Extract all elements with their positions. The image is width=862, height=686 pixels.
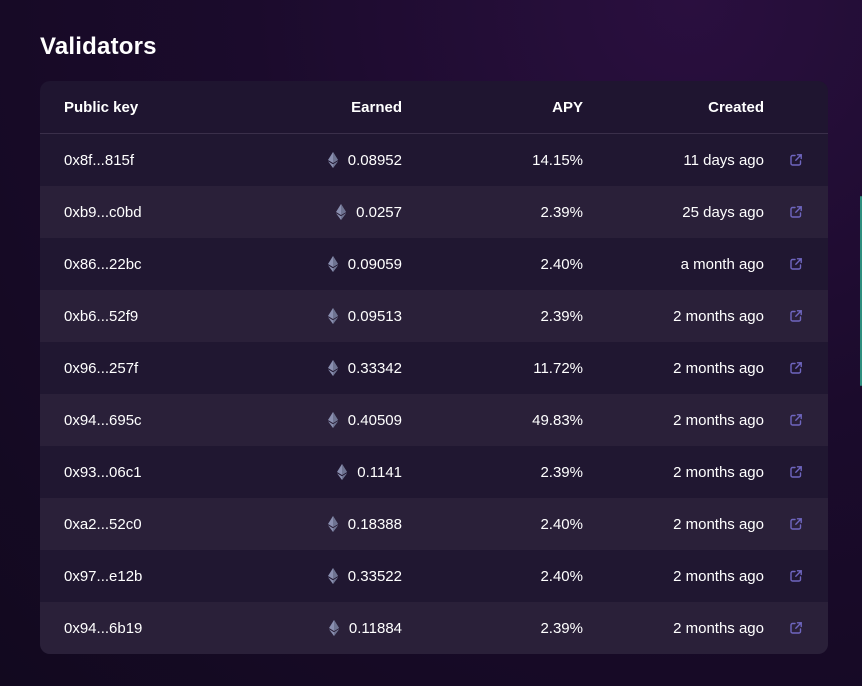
row-action-cell	[764, 621, 828, 635]
public-key-cell: 0x94...6b19	[64, 619, 143, 637]
created-cell: a month ago	[680, 255, 764, 273]
earned-value: 0.11884	[348, 619, 402, 637]
created-cell: 2 months ago	[673, 307, 764, 325]
apy-cell: 14.15%	[532, 151, 583, 169]
created-cell: 2 months ago	[673, 515, 764, 533]
external-link-icon[interactable]	[789, 413, 803, 427]
external-link-icon[interactable]	[789, 517, 803, 531]
row-action-cell	[764, 205, 828, 219]
column-header-created: Created	[708, 98, 764, 116]
created-cell: 2 months ago	[673, 619, 764, 637]
created-cell: 2 months ago	[673, 411, 764, 429]
apy-cell: 2.39%	[540, 307, 583, 325]
earned-value: 0.09513	[347, 307, 402, 325]
ethereum-icon	[327, 308, 338, 324]
earned-value: 0.1141	[357, 463, 402, 481]
earned-cell: 0.08952	[240, 152, 402, 169]
row-action-cell	[764, 413, 828, 427]
ethereum-icon	[327, 152, 338, 168]
apy-cell: 49.83%	[532, 411, 583, 429]
earned-cell: 0.40509	[240, 412, 402, 429]
public-key-cell: 0xb6...52f9	[64, 307, 139, 325]
row-action-cell	[764, 569, 828, 583]
ethereum-icon	[327, 568, 338, 584]
row-action-cell	[764, 517, 828, 531]
table-header: Public key Earned APY Created	[40, 81, 828, 134]
earned-value: 0.0257	[356, 203, 402, 221]
apy-cell: 2.39%	[540, 463, 583, 481]
earned-value: 0.40509	[347, 411, 402, 429]
apy-cell: 11.72%	[533, 359, 583, 377]
row-action-cell	[764, 361, 828, 375]
column-header-earned: Earned	[351, 98, 402, 116]
table-row: 0x97...e12b 0.33522 2.40% 2 months ago	[40, 550, 828, 602]
apy-cell: 2.40%	[540, 515, 583, 533]
apy-cell: 2.39%	[540, 203, 583, 221]
earned-value: 0.08952	[347, 151, 402, 169]
table-row: 0x94...6b19 0.11884 2.39% 2 months ago	[40, 602, 828, 654]
public-key-cell: 0xa2...52c0	[64, 515, 142, 533]
external-link-icon[interactable]	[789, 621, 803, 635]
public-key-cell: 0x86...22bc	[64, 255, 142, 273]
public-key-cell: 0xb9...c0bd	[64, 203, 142, 221]
external-link-icon[interactable]	[789, 361, 803, 375]
earned-cell: 0.33522	[240, 568, 402, 585]
earned-value: 0.09059	[347, 255, 402, 273]
table-row: 0xb9...c0bd 0.0257 2.39% 25 days ago	[40, 186, 828, 238]
table-row: 0x86...22bc 0.09059 2.40% a month ago	[40, 238, 828, 290]
earned-cell: 0.0257	[240, 204, 402, 221]
public-key-cell: 0x97...e12b	[64, 567, 143, 585]
earned-value: 0.18388	[347, 515, 402, 533]
external-link-icon[interactable]	[789, 257, 803, 271]
table-row: 0x93...06c1 0.1141 2.39% 2 months ago	[40, 446, 828, 498]
apy-cell: 2.40%	[540, 255, 583, 273]
earned-cell: 0.18388	[240, 516, 402, 533]
earned-cell: 0.09513	[240, 308, 402, 325]
table-row: 0x94...695c 0.40509 49.83% 2 months ago	[40, 394, 828, 446]
column-header-public-key: Public key	[64, 98, 139, 116]
external-link-icon[interactable]	[789, 569, 803, 583]
earned-cell: 0.1141	[240, 464, 402, 481]
created-cell: 2 months ago	[673, 359, 764, 377]
external-link-icon[interactable]	[789, 205, 803, 219]
public-key-cell: 0x93...06c1	[64, 463, 142, 481]
row-action-cell	[764, 257, 828, 271]
table-row: 0x96...257f 0.33342 11.72% 2 months ago	[40, 342, 828, 394]
column-header-apy: APY	[552, 98, 583, 116]
apy-cell: 2.40%	[540, 567, 583, 585]
row-action-cell	[764, 153, 828, 167]
earned-value: 0.33522	[347, 567, 402, 585]
public-key-cell: 0x96...257f	[64, 359, 139, 377]
external-link-icon[interactable]	[789, 465, 803, 479]
table-body: 0x8f...815f 0.08952 14.15% 11 days ago 0…	[40, 134, 828, 654]
row-action-cell	[764, 309, 828, 323]
table-row: 0x8f...815f 0.08952 14.15% 11 days ago	[40, 134, 828, 186]
row-action-cell	[764, 465, 828, 479]
page-title: Validators	[40, 33, 157, 60]
ethereum-icon	[327, 412, 338, 428]
external-link-icon[interactable]	[789, 309, 803, 323]
ethereum-icon	[327, 516, 338, 532]
earned-value: 0.33342	[347, 359, 402, 377]
ethereum-icon	[336, 204, 347, 220]
public-key-cell: 0x94...695c	[64, 411, 142, 429]
table-row: 0xb6...52f9 0.09513 2.39% 2 months ago	[40, 290, 828, 342]
ethereum-icon	[328, 620, 339, 636]
ethereum-icon	[327, 360, 338, 376]
public-key-cell: 0x8f...815f	[64, 151, 135, 169]
apy-cell: 2.39%	[540, 619, 583, 637]
earned-cell: 0.09059	[240, 256, 402, 273]
external-link-icon[interactable]	[789, 153, 803, 167]
earned-cell: 0.33342	[240, 360, 402, 377]
ethereum-icon	[327, 256, 338, 272]
created-cell: 2 months ago	[673, 463, 764, 481]
earned-cell: 0.11884	[240, 620, 402, 637]
created-cell: 25 days ago	[682, 203, 764, 221]
created-cell: 11 days ago	[683, 151, 764, 169]
ethereum-icon	[337, 464, 348, 480]
table-row: 0xa2...52c0 0.18388 2.40% 2 months ago	[40, 498, 828, 550]
validators-table: Public key Earned APY Created 0x8f...815…	[40, 81, 828, 654]
created-cell: 2 months ago	[673, 567, 764, 585]
